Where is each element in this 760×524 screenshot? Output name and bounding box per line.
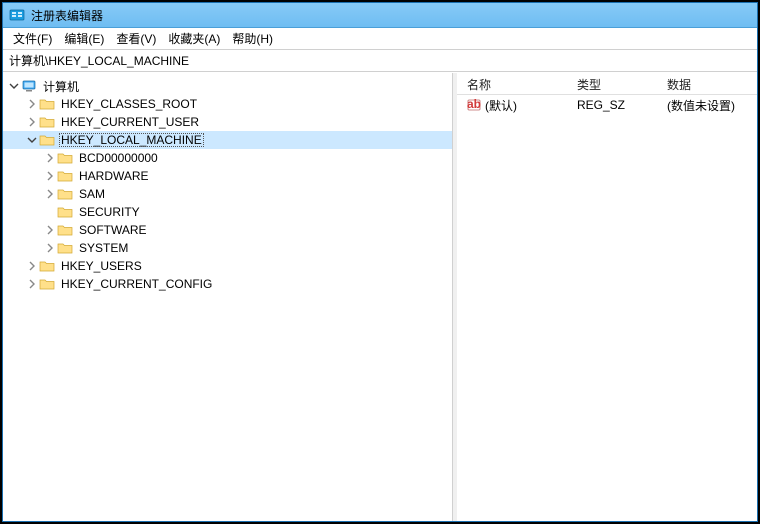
tree-label: HKEY_CURRENT_CONFIG [59,277,214,291]
tree-node-hardware[interactable]: HARDWARE [3,167,452,185]
chevron-right-icon[interactable] [43,169,57,183]
value-data: (数值未设置) [667,97,735,114]
value-row[interactable]: ab (默认) REG_SZ (数值未设置) [457,95,757,115]
tree-label: HARDWARE [77,169,151,183]
tree-node-hku[interactable]: HKEY_USERS [3,257,452,275]
folder-icon [57,168,73,184]
computer-icon [21,78,37,94]
folder-icon [57,150,73,166]
chevron-right-icon[interactable] [43,151,57,165]
chevron-right-icon[interactable] [25,97,39,111]
tree-node-computer[interactable]: 计算机 [3,77,452,95]
menu-view[interactable]: 查看(V) [110,28,162,49]
column-header-type[interactable]: 类型 [567,73,657,94]
values-body: ab (默认) REG_SZ (数值未设置) [457,95,757,521]
tree-pane[interactable]: 计算机 HKEY_CLASSES_ROOT HK [3,73,453,521]
tree-label: BCD00000000 [77,151,160,165]
chevron-right-icon[interactable] [43,223,57,237]
tree-label: HKEY_LOCAL_MACHINE [59,133,204,147]
tree-label: SAM [77,187,107,201]
menubar: 文件(F) 编辑(E) 查看(V) 收藏夹(A) 帮助(H) [3,28,757,50]
menu-file[interactable]: 文件(F) [7,28,58,49]
tree-node-sam[interactable]: SAM [3,185,452,203]
column-header-name[interactable]: 名称 [457,73,567,94]
folder-icon [57,222,73,238]
chevron-right-icon[interactable] [25,259,39,273]
content-area: 计算机 HKEY_CLASSES_ROOT HK [3,72,757,521]
folder-icon [57,240,73,256]
menu-favorites[interactable]: 收藏夹(A) [162,28,226,49]
chevron-right-icon[interactable] [25,115,39,129]
svg-text:ab: ab [467,98,481,111]
chevron-right-icon[interactable] [43,187,57,201]
address-path: 计算机\HKEY_LOCAL_MACHINE [9,52,189,69]
chevron-right-icon[interactable] [25,277,39,291]
folder-icon [39,132,55,148]
tree-label: HKEY_CLASSES_ROOT [59,97,199,111]
address-bar[interactable]: 计算机\HKEY_LOCAL_MACHINE [3,50,757,72]
tree-label: 计算机 [41,78,81,95]
value-name: (默认) [485,97,517,114]
tree-label: SOFTWARE [77,223,149,237]
window-title: 注册表编辑器 [31,7,103,24]
chevron-down-icon[interactable] [7,79,21,93]
tree-node-system[interactable]: SYSTEM [3,239,452,257]
titlebar[interactable]: 注册表编辑器 [3,3,757,28]
tree-node-hklm[interactable]: HKEY_LOCAL_MACHINE [3,131,452,149]
regedit-icon [9,7,25,23]
column-header-data[interactable]: 数据 [657,73,757,94]
values-pane[interactable]: 名称 类型 数据 ab (默认) REG_SZ [457,73,757,521]
tree-node-hkcc[interactable]: HKEY_CURRENT_CONFIG [3,275,452,293]
values-header: 名称 类型 数据 [457,73,757,95]
folder-icon [39,276,55,292]
menu-edit[interactable]: 编辑(E) [58,28,110,49]
folder-icon [39,114,55,130]
folder-icon [57,186,73,202]
registry-editor-window: 注册表编辑器 文件(F) 编辑(E) 查看(V) 收藏夹(A) 帮助(H) 计算… [2,2,758,522]
chevron-down-icon[interactable] [25,133,39,147]
value-type: REG_SZ [577,98,625,112]
tree-node-hkcr[interactable]: HKEY_CLASSES_ROOT [3,95,452,113]
folder-icon [39,96,55,112]
folder-icon [39,258,55,274]
string-value-icon: ab [467,98,481,112]
folder-icon [57,204,73,220]
tree-label: SYSTEM [77,241,130,255]
tree-label: HKEY_CURRENT_USER [59,115,201,129]
tree-node-hkcu[interactable]: HKEY_CURRENT_USER [3,113,452,131]
tree-node-security[interactable]: SECURITY [3,203,452,221]
tree-label: SECURITY [77,205,142,219]
tree-node-bcd[interactable]: BCD00000000 [3,149,452,167]
chevron-right-icon[interactable] [43,241,57,255]
tree-node-software[interactable]: SOFTWARE [3,221,452,239]
tree-label: HKEY_USERS [59,259,144,273]
menu-help[interactable]: 帮助(H) [226,28,279,49]
